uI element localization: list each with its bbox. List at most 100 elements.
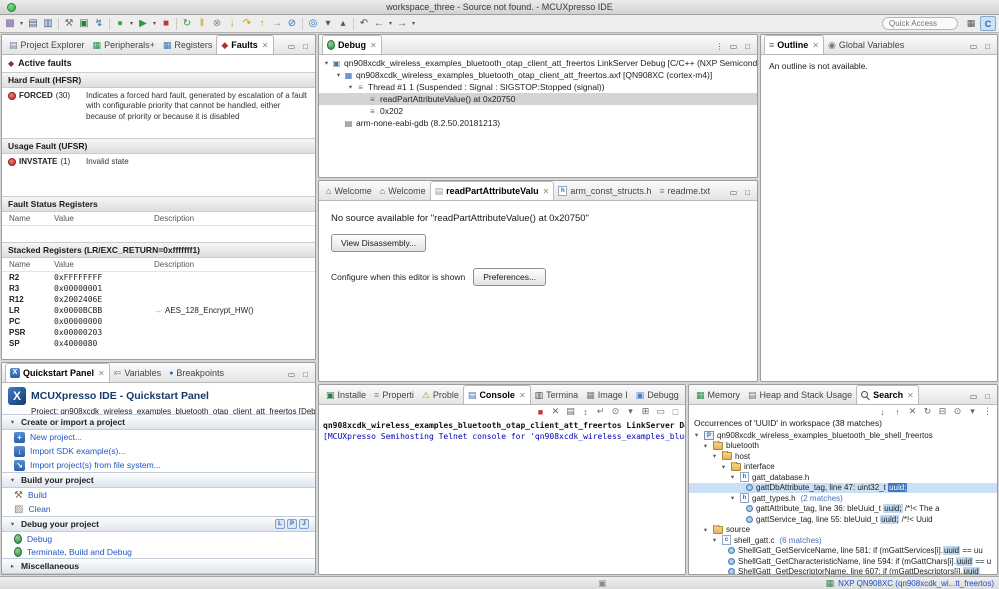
new-wizard-dropdown-icon[interactable]: ▾: [18, 17, 25, 31]
search-folder-row[interactable]: ▾ source: [689, 524, 997, 536]
chevron-down-icon[interactable]: ▾: [710, 536, 719, 544]
pemicro-probe-icon[interactable]: P: [287, 519, 297, 529]
chevron-down-icon[interactable]: ▾: [8, 418, 17, 426]
back-icon[interactable]: ←: [372, 17, 386, 31]
step-over-icon[interactable]: ↷: [240, 17, 254, 31]
chevron-down-icon[interactable]: ▾: [346, 83, 355, 91]
tab-project-explorer[interactable]: ▤ Project Explorer: [5, 36, 89, 54]
link-import-from-filesystem[interactable]: ↘ Import project(s) from file system...: [2, 458, 315, 472]
preferences-button[interactable]: Preferences...: [473, 268, 547, 286]
debug-launch-node[interactable]: ▾ ▣ qn908xcdk_wireless_examples_bluetoot…: [319, 57, 757, 69]
link-new-project[interactable]: + New project...: [2, 430, 315, 444]
quick-access-input[interactable]: [882, 17, 958, 30]
window-control-icon[interactable]: [7, 3, 16, 12]
disconnect-icon[interactable]: ⊗: [210, 17, 224, 31]
tab-peripherals[interactable]: ▦ Peripherals+: [89, 36, 159, 54]
search-folder-row[interactable]: ▾ bluetooth: [689, 440, 997, 452]
register-row-lr[interactable]: LR 0x0000BCBB → AES_128_Encrypt_HW(): [2, 305, 315, 316]
search-match-row[interactable]: gattService_tag, line 55: bleUuid_t uuid…: [689, 514, 997, 525]
tab-installed-sdks[interactable]: ▣ Installe: [322, 386, 370, 404]
minimize-icon[interactable]: ▭: [968, 42, 979, 51]
section-debug[interactable]: ▾ Debug your project L P J: [2, 516, 315, 532]
flash-programmer-icon[interactable]: ↯: [92, 17, 106, 31]
run-search-again-icon[interactable]: ↻: [922, 406, 933, 417]
chevron-down-icon[interactable]: ▾: [8, 476, 17, 484]
chevron-down-icon[interactable]: ▾: [728, 473, 737, 481]
register-row[interactable]: SP 0x4000080: [2, 338, 315, 349]
forward-icon[interactable]: →: [395, 17, 409, 31]
open-console-icon[interactable]: ⊞: [640, 406, 651, 417]
tab-faults[interactable]: ◆ Faults ✕: [216, 35, 274, 54]
next-annotation-icon[interactable]: ▾: [321, 17, 335, 31]
step-return-icon[interactable]: ↑: [255, 17, 269, 31]
view-menu-icon[interactable]: ⋮: [714, 42, 725, 51]
minimize-icon[interactable]: ▭: [655, 406, 666, 417]
target-device-link[interactable]: NXP QN908XC (qn908xcdk_wi...tt_freertos): [838, 579, 994, 588]
instruction-step-icon[interactable]: →: [270, 17, 284, 31]
maximize-icon[interactable]: □: [300, 42, 311, 51]
chevron-down-icon[interactable]: ▾: [728, 494, 737, 502]
last-edit-location-icon[interactable]: ↶: [357, 17, 371, 31]
linkserver-probe-icon[interactable]: L: [275, 519, 285, 529]
maximize-icon[interactable]: □: [742, 188, 753, 197]
tab-heap-stack-usage[interactable]: ▤ Heap and Stack Usage: [744, 386, 856, 404]
tab-variables[interactable]: x= Variables: [110, 364, 165, 382]
restart-icon[interactable]: ↻: [180, 17, 194, 31]
tab-readpartattributevalue[interactable]: ▤ readPartAttributeValu ✕: [429, 181, 555, 200]
new-c-project-icon[interactable]: ▣: [77, 17, 91, 31]
develop-perspective-icon[interactable]: C: [980, 16, 996, 31]
stack-frame-node[interactable]: ≡ 0x202: [319, 105, 757, 117]
search-match-row[interactable]: ShellGatt_GetDescriptorName, line 607: i…: [689, 567, 997, 574]
tab-terminal[interactable]: ▥ Termina: [531, 386, 583, 404]
step-into-icon[interactable]: ↓: [225, 17, 239, 31]
tab-registers[interactable]: ▦ Registers: [159, 36, 217, 54]
link-clean[interactable]: ▨ Clean: [2, 502, 315, 516]
search-toolbar-icon[interactable]: ◎: [306, 17, 320, 31]
search-folder-row[interactable]: ▾ host: [689, 451, 997, 462]
minimize-icon[interactable]: ▭: [968, 392, 979, 401]
chevron-down-icon[interactable]: ▾: [701, 526, 710, 534]
chevron-down-icon[interactable]: ▾: [692, 431, 701, 439]
minimize-icon[interactable]: ▭: [728, 42, 739, 51]
search-file-row[interactable]: ▾ h gatt_types.h (2 matches): [689, 493, 997, 504]
register-row[interactable]: R12 0x2002406E: [2, 294, 315, 305]
close-icon[interactable]: ✕: [98, 369, 105, 378]
search-folder-row[interactable]: ▾ interface: [689, 461, 997, 473]
skip-breakpoints-icon[interactable]: ⊘: [285, 17, 299, 31]
maximize-icon[interactable]: □: [300, 370, 311, 379]
previous-match-icon[interactable]: ↑: [892, 407, 903, 417]
debug-dropdown-icon[interactable]: ▾: [128, 17, 135, 31]
link-debug[interactable]: Debug: [2, 532, 315, 545]
close-icon[interactable]: ✕: [907, 391, 914, 400]
prev-annotation-icon[interactable]: ▴: [336, 17, 350, 31]
close-icon[interactable]: ✕: [262, 41, 269, 50]
build-icon[interactable]: ⚒: [62, 17, 76, 31]
chevron-right-icon[interactable]: ▸: [8, 562, 17, 570]
clear-console-icon[interactable]: ▤: [565, 406, 576, 417]
jlink-probe-icon[interactable]: J: [299, 519, 309, 529]
chevron-down-icon[interactable]: ▾: [334, 71, 343, 79]
tab-readme[interactable]: ≡ readme.txt: [655, 182, 714, 200]
search-history-dropdown-icon[interactable]: ▾: [967, 406, 978, 417]
remove-match-icon[interactable]: ✕: [907, 406, 918, 417]
gdb-process-node[interactable]: ▤ arm-none-eabi-gdb (8.2.50.20181213): [319, 117, 757, 129]
close-icon[interactable]: ✕: [519, 391, 526, 400]
link-terminate-build-debug[interactable]: Terminate, Build and Debug: [2, 545, 315, 558]
search-project-row[interactable]: ▾ P qn908xcdk_wireless_examples_bluetoot…: [689, 430, 997, 441]
minimize-icon[interactable]: ▭: [286, 370, 297, 379]
scroll-lock-icon[interactable]: ↕: [580, 407, 591, 417]
register-row[interactable]: R2 0xFFFFFFFF: [2, 272, 315, 283]
view-menu-icon[interactable]: ⋮: [982, 406, 993, 417]
register-row[interactable]: PSR 0x00000203: [2, 327, 315, 338]
search-match-row[interactable]: ShellGatt_GetServiceName, line 581: if (…: [689, 546, 997, 557]
search-file-row[interactable]: ▾ h gatt_database.h: [689, 472, 997, 483]
chevron-down-icon[interactable]: ▾: [8, 520, 17, 528]
run-icon[interactable]: ▶: [136, 17, 150, 31]
minimize-icon[interactable]: ▭: [286, 42, 297, 51]
search-match-row[interactable]: ShellGatt_GetCharacteristicName, line 59…: [689, 556, 997, 567]
section-miscellaneous[interactable]: ▸ Miscellaneous: [2, 558, 315, 574]
maximize-icon[interactable]: □: [982, 42, 993, 51]
tab-welcome-1[interactable]: ⌂ Welcome: [322, 182, 376, 200]
chevron-down-icon[interactable]: ▾: [719, 463, 728, 471]
search-file-row[interactable]: ▾ c shell_gatt.c (6 matches): [689, 535, 997, 546]
